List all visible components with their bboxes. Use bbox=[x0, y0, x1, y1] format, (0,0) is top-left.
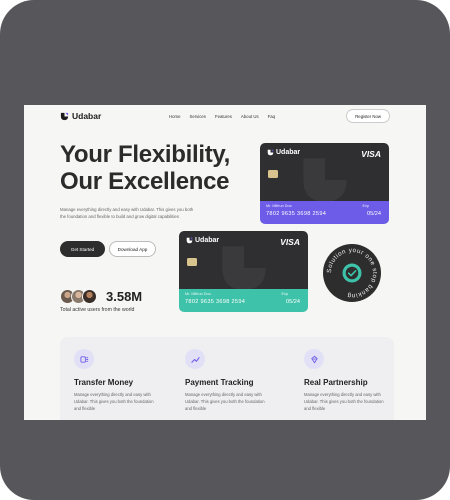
card-holder: Mr. Milfrun Doo bbox=[185, 292, 211, 296]
card-bottom: Mr. Milfrun Doo 7802 9635 3698 2594 Exp … bbox=[179, 289, 308, 312]
card-watermark-icon bbox=[222, 246, 266, 290]
card-network: VISA bbox=[280, 237, 300, 247]
udabar-logo-icon bbox=[186, 237, 193, 244]
device-frame: Udabar Home Services Features About Us F… bbox=[0, 0, 450, 500]
avatar bbox=[82, 289, 97, 304]
hero-headline: Your Flexibility, Our Excellence bbox=[60, 141, 230, 195]
card-top: Udabar VISA bbox=[179, 231, 308, 290]
gear-check-icon bbox=[342, 263, 362, 283]
users-label: Total active users from the world bbox=[60, 307, 135, 313]
register-button[interactable]: Register Now bbox=[346, 109, 390, 123]
headline-line-2: Our Excellence bbox=[60, 168, 230, 195]
landing-page: Udabar Home Services Features About Us F… bbox=[24, 105, 426, 420]
nav-link-about[interactable]: About Us bbox=[241, 114, 259, 119]
card-chip-icon bbox=[187, 258, 197, 266]
feature-desc: Manage everything directly and easy with… bbox=[74, 392, 154, 411]
feature-payment-tracking: Payment Tracking Manage everything direc… bbox=[185, 349, 275, 412]
features-panel: Transfer Money Manage everything directl… bbox=[60, 337, 394, 420]
credit-card-purple: Udabar VISA Mr. Milfrun Doo 7802 9635 36… bbox=[260, 143, 389, 224]
headline-line-1: Your Flexibility, bbox=[60, 141, 231, 168]
card-brand-name: Udabar bbox=[195, 237, 220, 244]
card-exp-label: Exp bbox=[362, 204, 369, 208]
get-started-button[interactable]: Get Started bbox=[60, 241, 105, 257]
feature-title: Payment Tracking bbox=[185, 378, 254, 387]
card-holder: Mr. Milfrun Doo bbox=[266, 204, 292, 208]
nav-link-home[interactable]: Home bbox=[169, 114, 180, 119]
handshake-icon bbox=[304, 349, 324, 369]
download-app-button[interactable]: Download App bbox=[109, 241, 156, 257]
card-chip-icon bbox=[268, 170, 278, 178]
card-brand: Udabar bbox=[267, 149, 300, 156]
card-network: VISA bbox=[361, 149, 381, 159]
feature-title: Transfer Money bbox=[74, 378, 134, 387]
feature-title: Real Partnership bbox=[304, 378, 368, 387]
card-exp: 05/24 bbox=[367, 211, 381, 217]
card-bottom: Mr. Milfrun Doo 7802 9635 3698 2594 Exp … bbox=[260, 201, 389, 224]
hero-description: Manage everything directly and easy with… bbox=[60, 207, 194, 219]
brand-name: Udabar bbox=[72, 111, 102, 121]
card-brand-name: Udabar bbox=[276, 149, 301, 156]
card-number: 7802 9635 3698 2594 bbox=[185, 299, 246, 305]
card-top: Udabar VISA bbox=[260, 143, 389, 202]
user-avatars bbox=[60, 289, 97, 304]
nav-link-services[interactable]: Services bbox=[189, 114, 205, 119]
trend-icon bbox=[185, 349, 205, 369]
top-nav: Udabar Home Services Features About Us F… bbox=[24, 105, 426, 129]
nav-link-faq[interactable]: Faq bbox=[268, 114, 275, 119]
feature-desc: Manage everything directly and easy with… bbox=[304, 392, 384, 411]
udabar-logo-icon bbox=[267, 149, 274, 156]
nav-links: Home Services Features About Us Faq bbox=[169, 114, 275, 119]
feature-transfer-money: Transfer Money Manage everything directl… bbox=[74, 349, 164, 412]
credit-card-teal: Udabar VISA Mr. Milfrun Doo 7802 9635 36… bbox=[179, 231, 308, 312]
banking-badge: Solution your one stop banking bbox=[323, 244, 381, 302]
card-brand: Udabar bbox=[186, 237, 219, 244]
card-watermark-icon bbox=[303, 158, 347, 202]
card-number: 7802 9635 3698 2594 bbox=[266, 211, 327, 217]
brand-logo[interactable]: Udabar bbox=[60, 111, 101, 121]
users-count: 3.58M bbox=[106, 289, 143, 304]
feature-real-partnership: Real Partnership Manage everything direc… bbox=[304, 349, 394, 412]
feature-desc: Manage everything directly and easy with… bbox=[185, 392, 265, 411]
card-exp-label: Exp bbox=[281, 292, 288, 296]
udabar-logo-icon bbox=[60, 112, 69, 120]
card-exp: 05/24 bbox=[286, 299, 300, 305]
transfer-icon bbox=[74, 349, 94, 369]
nav-link-features[interactable]: Features bbox=[215, 114, 232, 119]
